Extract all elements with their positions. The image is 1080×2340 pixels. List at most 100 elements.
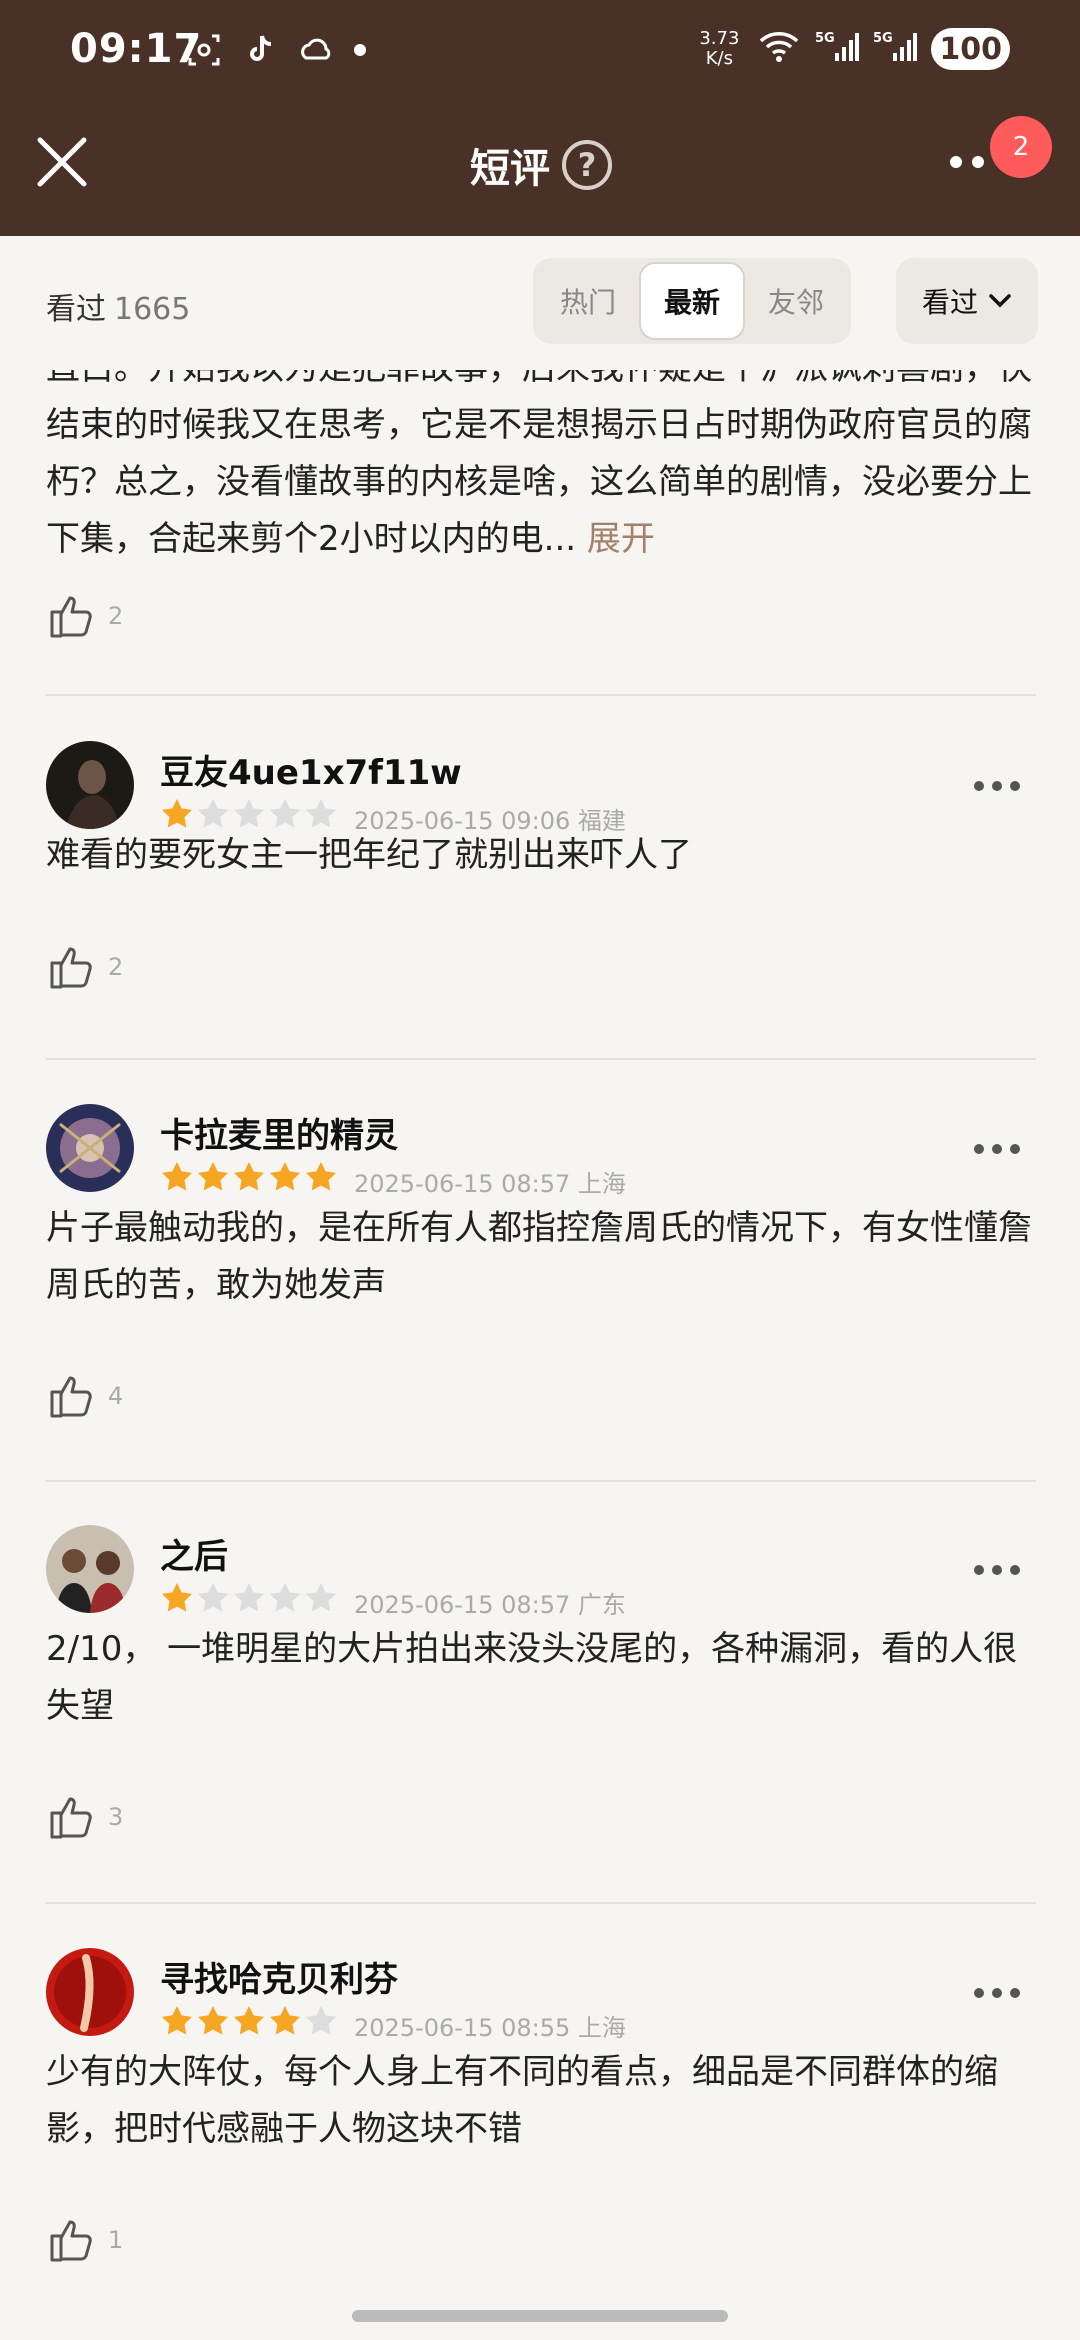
review-location: 上海	[577, 1170, 626, 1198]
star-empty-icon	[306, 1583, 336, 1612]
watched-count-value: 1665	[114, 292, 191, 327]
like-button[interactable]: 2	[46, 590, 123, 642]
status-notification-icons	[186, 32, 366, 68]
review-more-button[interactable]	[974, 781, 1020, 791]
star-empty-icon	[270, 1583, 300, 1612]
username[interactable]: 寻找哈克贝利芬	[160, 1952, 398, 2001]
close-button[interactable]	[34, 134, 90, 190]
star-filled-icon	[270, 1162, 300, 1191]
like-count: 1	[108, 2226, 124, 2254]
review-more-button[interactable]	[974, 1144, 1020, 1154]
more-dot	[1010, 1144, 1020, 1154]
divider	[46, 1480, 1036, 1482]
star-filled-icon	[270, 2006, 300, 2035]
star-filled-icon	[162, 1162, 192, 1191]
watched-filter-dropdown[interactable]: 看过	[896, 258, 1038, 344]
watched-count: 看过 1665	[46, 284, 190, 328]
avatar[interactable]	[46, 1948, 134, 2036]
review-list: 直白。开始我以为是犯罪故事，后来我怀疑是个沪派讽刺喜剧，快结束的时候我又在思考，…	[0, 370, 1080, 2300]
expand-link[interactable]: 展开	[587, 519, 655, 559]
home-indicator[interactable]	[352, 2310, 728, 2322]
watched-count-label: 看过	[46, 292, 106, 327]
review-text: 难看的要死女主一把年纪了就别出来吓人了	[46, 835, 692, 875]
page-title: 短评	[470, 146, 550, 192]
review-datetime: 2025-06-15 08:55	[354, 2014, 571, 2042]
like-button[interactable]: 1	[46, 2214, 123, 2266]
like-button[interactable]: 2	[46, 941, 123, 993]
thumbs-up-icon	[50, 1797, 92, 1839]
avatar[interactable]	[46, 1525, 134, 1613]
star-filled-icon	[198, 1162, 228, 1191]
review-meta: 2025-06-15 08:55 上海	[354, 2008, 626, 2043]
notification-badge[interactable]: 2	[990, 116, 1052, 178]
signal-5g-icon-2: 5G	[873, 29, 918, 69]
star-empty-icon	[198, 799, 228, 828]
sort-tabs: 热门 最新 友邻	[533, 258, 851, 344]
signal-5g-icon: 5G	[815, 29, 860, 69]
star-filled-icon	[306, 1162, 336, 1191]
dropdown-label: 看过	[921, 286, 978, 319]
like-button[interactable]: 3	[46, 1791, 123, 1843]
username[interactable]: 之后	[160, 1529, 228, 1578]
like-count: 4	[108, 1382, 124, 1410]
tab-latest[interactable]: 最新	[639, 262, 745, 340]
more-dot	[950, 156, 962, 168]
more-dot	[992, 781, 1002, 791]
review-text: 2/10， 一堆明星的大片拍出来没头没尾的，各种漏洞，看的人很失望	[46, 1629, 1018, 1726]
review-text: 直白。开始我以为是犯罪故事，后来我怀疑是个沪派讽刺喜剧，快结束的时候我又在思考，…	[46, 370, 1036, 568]
status-right: 3.73 K/s 5G 5G 100	[695, 28, 1010, 70]
tab-hot[interactable]: 热门	[537, 262, 639, 340]
divider	[46, 694, 1036, 696]
star-filled-icon	[162, 1583, 192, 1612]
thumbs-up-icon	[50, 947, 92, 989]
help-icon[interactable]: ?	[562, 140, 612, 190]
net-speed: 3.73 K/s	[695, 29, 743, 69]
review-more-button[interactable]	[974, 1988, 1020, 1998]
more-dot	[974, 1988, 984, 1998]
star-filled-icon	[162, 799, 192, 828]
star-empty-icon	[306, 2006, 336, 2035]
like-count: 3	[108, 1803, 124, 1831]
star-filled-icon	[198, 2006, 228, 2035]
username[interactable]: 豆友4ue1x7f11w	[160, 745, 462, 794]
more-dot	[1010, 781, 1020, 791]
like-button[interactable]: 4	[46, 1370, 123, 1422]
review-datetime: 2025-06-15 08:57	[354, 1170, 571, 1198]
net-speed-value: 3.73	[699, 28, 740, 49]
more-dot	[1010, 1988, 1020, 1998]
username[interactable]: 卡拉麦里的精灵	[160, 1108, 398, 1157]
status-bar: 09:17 3.73 K/s 5G 5G 100	[0, 0, 1080, 110]
review-text: 少有的大阵仗，每个人身上有不同的看点，细品是不同群体的缩影，把时代感融于人物这块…	[46, 2052, 998, 2149]
divider	[46, 1058, 1036, 1060]
weather-icon	[298, 32, 334, 68]
star-empty-icon	[306, 799, 336, 828]
thumbs-up-icon	[50, 2220, 92, 2262]
more-dot	[974, 1144, 984, 1154]
avatar[interactable]	[46, 1104, 134, 1192]
review-text-body: 直白。开始我以为是犯罪故事，后来我怀疑是个沪派讽刺喜剧，快结束的时候我又在思考，…	[46, 370, 1032, 559]
top-bar: 09:17 3.73 K/s 5G 5G 100 短评 ?	[0, 0, 1080, 236]
rating-stars	[160, 1160, 338, 1194]
status-time: 09:17	[70, 26, 203, 72]
page-title-group: 短评 ?	[470, 136, 612, 194]
star-filled-icon	[162, 2006, 192, 2035]
star-filled-icon	[234, 1162, 264, 1191]
screenshot-icon	[186, 32, 222, 68]
thumbs-up-icon	[50, 1376, 92, 1418]
status-dot	[354, 44, 366, 56]
review-more-button[interactable]	[974, 1565, 1020, 1575]
more-dot	[974, 781, 984, 791]
more-dot	[992, 1565, 1002, 1575]
svg-text:5G: 5G	[815, 31, 835, 46]
avatar[interactable]	[46, 741, 134, 829]
star-filled-icon	[234, 2006, 264, 2035]
more-dot	[992, 1988, 1002, 1998]
more-dot	[972, 156, 984, 168]
more-menu-button[interactable]	[950, 156, 984, 168]
star-empty-icon	[234, 799, 264, 828]
review-text: 片子最触动我的，是在所有人都指控詹周氏的情况下，有女性懂詹周氏的苦，敢为她发声	[46, 1208, 1032, 1305]
like-count: 2	[108, 602, 124, 630]
tiktok-icon	[242, 32, 278, 68]
tab-friends[interactable]: 友邻	[745, 262, 847, 340]
star-empty-icon	[198, 1583, 228, 1612]
